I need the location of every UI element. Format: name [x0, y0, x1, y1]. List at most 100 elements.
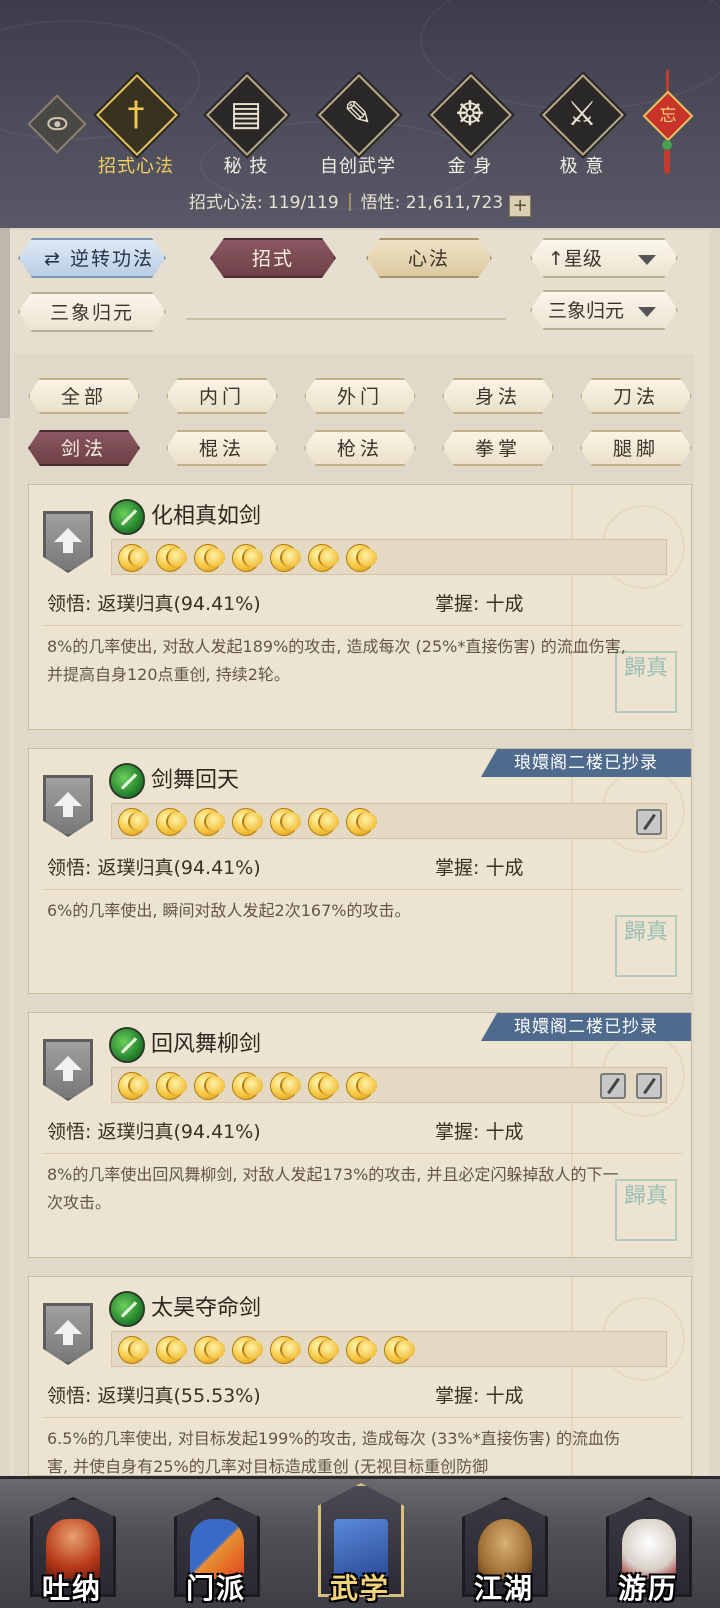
tab-ultimate-intent[interactable]: ⚔ 极 意	[532, 73, 632, 180]
star-rating	[111, 803, 667, 839]
nav-jianghu[interactable]: 江湖	[452, 1479, 556, 1608]
add-insight-button[interactable]: +	[509, 195, 532, 217]
sword-skill-icon	[109, 1027, 145, 1063]
skill-count: 招式心法: 119/119	[188, 193, 339, 213]
skill-name: 化相真如剑	[151, 504, 262, 529]
upgrade-shield-icon[interactable]	[43, 1303, 93, 1365]
skill-card[interactable]: 歸真 化相真如剑 领悟: 返璞归真(94.41%) 掌握: 十成 8%的几率使出…	[28, 484, 692, 730]
sword-skill-icon	[109, 763, 145, 799]
martial-stance-icon: ⚔	[566, 94, 598, 134]
moon-star-icon	[156, 1336, 187, 1364]
nav-travel[interactable]: 游历	[596, 1479, 700, 1608]
record-scroll-icon[interactable]	[636, 809, 662, 835]
category-blade[interactable]: 刀法	[580, 378, 692, 414]
moon-star-icon	[156, 1072, 187, 1100]
set-select[interactable]: 三象归元	[530, 290, 678, 330]
copied-ribbon: 琅嬛阁二楼已抄录	[481, 749, 691, 777]
tab-secret-skills[interactable]: ▤ 秘 技	[196, 73, 296, 180]
arrow-up-icon: ↑	[548, 248, 564, 270]
eye-icon	[47, 117, 68, 131]
comprehension-label: 领悟: 返璞归真(94.41%)	[47, 593, 261, 615]
moon-star-icon	[346, 1336, 377, 1364]
moon-star-icon	[232, 544, 263, 572]
moon-star-icon	[118, 1336, 149, 1364]
reverse-skill-button[interactable]: ⇄ 逆转功法	[18, 238, 166, 278]
comprehension-label: 领悟: 返璞归真(55.53%)	[47, 1385, 261, 1407]
moon-star-icon	[194, 1336, 225, 1364]
skill-name: 回风舞柳剑	[151, 1032, 262, 1057]
sword-skill-icon	[109, 499, 145, 535]
record-scroll-icon[interactable]	[600, 1073, 626, 1099]
nav-sect[interactable]: 门派	[164, 1479, 268, 1608]
mastery-label: 掌握: 十成	[435, 857, 524, 879]
upgrade-shield-icon[interactable]	[43, 775, 93, 837]
skill-card[interactable]: 太昊夺命剑 领悟: 返璞归真(55.53%) 掌握: 十成 6.5%的几率使出,…	[28, 1276, 692, 1476]
moon-star-icon	[346, 544, 377, 572]
tab-golden-body[interactable]: ☸ 金 身	[420, 73, 520, 180]
category-movement[interactable]: 身法	[442, 378, 554, 414]
skill-name: 剑舞回天	[151, 768, 240, 793]
category-all[interactable]: 全部	[28, 378, 140, 414]
mastery-label: 掌握: 十成	[435, 593, 524, 615]
category-sword[interactable]: 剑法	[28, 430, 140, 466]
tab-moves[interactable]: 招式	[210, 238, 336, 278]
category-staff[interactable]: 棍法	[166, 430, 278, 466]
chevron-down-icon	[638, 307, 656, 317]
tab-moves-heart[interactable]: † 招式心法	[86, 73, 186, 180]
moon-star-icon	[232, 1336, 263, 1364]
category-fist-palm[interactable]: 拳掌	[442, 430, 554, 466]
category-spear[interactable]: 枪法	[304, 430, 416, 466]
moon-star-icon	[346, 1072, 377, 1100]
moon-star-icon	[232, 808, 263, 836]
moon-star-icon	[308, 1072, 339, 1100]
skill-description: 8%的几率使出, 对敌人发起189%的攻击, 造成每次 (25%*直接伤害) 的…	[47, 637, 626, 684]
scroll-icon: ✎	[343, 94, 373, 134]
moon-star-icon	[308, 544, 339, 572]
moon-star-icon	[194, 1072, 225, 1100]
moon-star-icon	[270, 544, 301, 572]
category-leg[interactable]: 腿脚	[580, 430, 692, 466]
mastery-label: 掌握: 十成	[435, 1385, 524, 1407]
charm-button[interactable]: 忘	[642, 70, 694, 180]
divider	[186, 318, 506, 320]
nav-martial-arts[interactable]: 武学	[308, 1479, 412, 1608]
upgrade-shield-icon[interactable]	[43, 511, 93, 573]
comprehension-label: 领悟: 返璞归真(94.41%)	[47, 1121, 261, 1143]
filter-sanxiang-button[interactable]: 三象归元	[18, 292, 166, 332]
moon-star-icon	[156, 808, 187, 836]
insight-value: 悟性: 21,611,723	[360, 193, 504, 213]
copied-ribbon: 琅嬛阁二楼已抄录	[481, 1013, 691, 1041]
skill-card[interactable]: 歸真 琅嬛阁二楼已抄录 剑舞回天 领悟: 返璞归真(94.41%) 掌握: 十成…	[28, 748, 692, 994]
record-scroll-icon[interactable]	[636, 1073, 662, 1099]
moon-star-icon	[156, 544, 187, 572]
meditation-icon: ☸	[454, 94, 486, 134]
moon-star-icon	[194, 544, 225, 572]
moon-star-icon	[194, 808, 225, 836]
moon-star-icon	[232, 1072, 263, 1100]
upgrade-shield-icon[interactable]	[43, 1039, 93, 1101]
left-edge-strip	[0, 228, 10, 418]
mastery-label: 掌握: 十成	[435, 1121, 524, 1143]
moon-star-icon	[270, 1336, 301, 1364]
tab-heart-method[interactable]: 心法	[366, 238, 492, 278]
moon-star-icon	[118, 808, 149, 836]
star-rating	[111, 1067, 667, 1103]
header-area: † 招式心法 ▤ 秘 技 ✎ 自创武学 ☸ 金 身 ⚔ 极 意 忘 招式心法: …	[0, 0, 720, 228]
moon-star-icon	[384, 1336, 415, 1364]
bottom-nav: 吐纳 门派 武学 江湖 游历	[0, 1476, 720, 1608]
category-inner[interactable]: 内门	[166, 378, 278, 414]
skill-description: 6%的几率使出, 瞬间对敌人发起2次167%的攻击。	[47, 901, 411, 920]
category-outer[interactable]: 外门	[304, 378, 416, 414]
nav-breathing[interactable]: 吐纳	[20, 1479, 124, 1608]
comprehension-label: 领悟: 返璞归真(94.41%)	[47, 857, 261, 879]
star-rating	[111, 1331, 667, 1367]
skill-name: 太昊夺命剑	[151, 1296, 262, 1321]
tab-self-created[interactable]: ✎ 自创武学	[308, 73, 408, 180]
sword-icon: †	[127, 94, 145, 134]
moon-star-icon	[270, 1072, 301, 1100]
skill-card[interactable]: 歸真 琅嬛阁二楼已抄录 回风舞柳剑 领悟: 返璞归真(94.41%) 掌握: 十…	[28, 1012, 692, 1258]
sword-skill-icon	[109, 1291, 145, 1327]
stats-line: 招式心法: 119/119 悟性: 21,611,723 +	[0, 188, 720, 217]
sort-select[interactable]: ↑星级	[530, 238, 678, 278]
chevron-down-icon	[638, 255, 656, 265]
